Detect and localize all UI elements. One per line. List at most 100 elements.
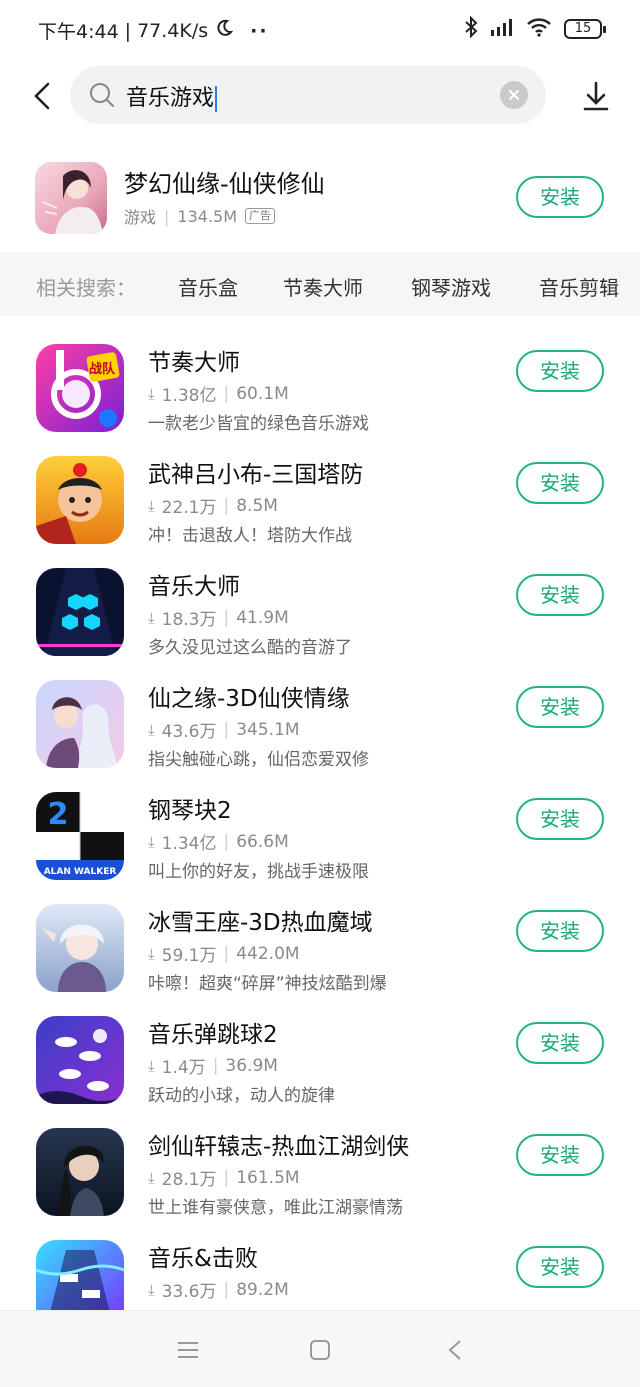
app-downloads: 1.34亿 (161, 834, 217, 854)
clear-icon[interactable] (500, 81, 528, 109)
app-size: 8.5M (236, 495, 278, 516)
status-left: 下午4:44 | 77.4K/s ·· (38, 17, 269, 44)
meta-separator: | (212, 1055, 219, 1076)
meta-separator: | (223, 943, 230, 964)
app-name: 音乐大师 (148, 574, 240, 600)
list-item[interactable]: 冰雪王座-3D热血魔域 ⤓ 59.1万 | 442.0M 咔嚓！超爽“碎屏”神技… (0, 890, 640, 1002)
related-search-item[interactable]: 音乐剪辑 (539, 272, 619, 301)
related-search-item[interactable]: 钢琴游戏 (411, 272, 491, 301)
app-downloads: 18.3万 (161, 610, 217, 630)
install-button[interactable]: 安装 (516, 910, 604, 952)
app-size: 36.9M (225, 1055, 278, 1076)
search-query-wrap: 音乐游戏 (126, 80, 218, 112)
network-speed: 77.4K/s (137, 19, 209, 42)
app-description: 跃动的小球，动人的旋律 (148, 1086, 335, 1106)
back-arrow-icon[interactable] (24, 76, 60, 116)
app-downloads: 28.1万 (161, 1170, 217, 1190)
related-search-item[interactable]: 节奏大师 (283, 272, 363, 301)
list-item[interactable]: 2 ALAN WALKER 钢琴块2 ⤓ 1.34亿 | 66.6M 叫上你的好… (0, 778, 640, 890)
install-button[interactable]: 安装 (516, 574, 604, 616)
app-description: 冲！击退敌人！塔防大作战 (148, 526, 352, 546)
meta-separator: | (223, 831, 230, 852)
app-stats: ⤓ 1.38亿 | 60.1M (148, 381, 289, 407)
meta-separator: | (223, 719, 230, 740)
app-downloads: 33.6万 (161, 1282, 217, 1302)
install-button[interactable]: 安装 (516, 1134, 604, 1176)
search-query: 音乐游戏 (126, 86, 215, 111)
app-icon: 2 ALAN WALKER (36, 792, 124, 880)
app-description: 多久没见过这么酷的音游了 (148, 638, 352, 658)
home-square-icon[interactable] (305, 1335, 335, 1365)
status-bar: 下午4:44 | 77.4K/s ·· 15 (0, 0, 640, 58)
list-item[interactable]: 剑仙轩辕志-热血江湖剑侠 ⤓ 28.1万 | 161.5M 世上谁有豪侠意，唯此… (0, 1114, 640, 1226)
app-downloads: 1.38亿 (161, 386, 217, 406)
app-stats: ⤓ 28.1万 | 161.5M (148, 1165, 300, 1191)
app-icon-number: 2 (48, 797, 69, 832)
app-icon (36, 680, 124, 768)
app-name: 冰雪王座-3D热血魔域 (148, 910, 373, 936)
app-stats: ⤓ 1.4万 | 36.9M (148, 1053, 278, 1079)
battery-indicator: 15 (564, 19, 606, 39)
app-icon (36, 1240, 124, 1310)
list-item[interactable]: 仙之缘-3D仙侠情缘 ⤓ 43.6万 | 345.1M 指尖触碰心跳，仙侣恋爱双… (0, 666, 640, 778)
more-dots-icon: ·· (250, 19, 269, 42)
app-size: 345.1M (236, 719, 300, 740)
download-arrow-icon: ⤓ (148, 1168, 155, 1187)
wifi-icon (526, 17, 552, 41)
list-item[interactable]: 音乐&击败 ⤓ 33.6万 | 89.2M 安装 (0, 1226, 640, 1310)
install-button[interactable]: 安装 (516, 686, 604, 728)
meta-separator: | (223, 607, 230, 628)
app-stats: ⤓ 18.3万 | 41.9M (148, 605, 289, 631)
install-button[interactable]: 安装 (516, 350, 604, 392)
app-name: 剑仙轩辕志-热血江湖剑侠 (148, 1134, 410, 1160)
back-triangle-icon[interactable] (440, 1335, 470, 1365)
list-item[interactable]: 音乐大师 ⤓ 18.3万 | 41.9M 多久没见过这么酷的音游了 安装 (0, 554, 640, 666)
install-button[interactable]: 安装 (516, 462, 604, 504)
install-button[interactable]: 安装 (516, 176, 604, 218)
app-icon-badge: ALAN WALKER (44, 867, 117, 877)
app-stats: ⤓ 59.1万 | 442.0M (148, 941, 300, 967)
meta-separator: | (223, 383, 230, 404)
status-right: 15 (464, 15, 606, 42)
meta-separator: | (223, 495, 230, 516)
download-arrow-icon: ⤓ (148, 944, 155, 963)
app-downloads: 22.1万 (161, 498, 217, 518)
install-button[interactable]: 安装 (516, 1022, 604, 1064)
app-size: 442.0M (236, 943, 300, 964)
app-downloads: 1.4万 (161, 1058, 206, 1078)
app-size: 41.9M (236, 607, 289, 628)
search-input[interactable]: 音乐游戏 (70, 66, 546, 124)
app-downloads: 43.6万 (161, 722, 217, 742)
list-item[interactable]: 武神吕小布-三国塔防 ⤓ 22.1万 | 8.5M 冲！击退敌人！塔防大作战 安… (0, 442, 640, 554)
meta-separator: | (223, 1167, 230, 1188)
download-arrow-icon: ⤓ (148, 496, 155, 515)
menu-icon[interactable] (173, 1335, 203, 1365)
app-name: 音乐&击败 (148, 1246, 258, 1272)
list-item[interactable]: 战队 节奏大师 ⤓ 1.38亿 | 60.1M 一款老少皆宜的绿色音乐游戏 安装 (0, 330, 640, 442)
download-arrow-icon: ⤓ (148, 720, 155, 739)
bluetooth-icon (464, 15, 478, 42)
app-description: 世上谁有豪侠意，唯此江湖豪情荡 (148, 1198, 403, 1218)
text-caret (215, 86, 218, 112)
featured-app-meta: 游戏 | 134.5M 广告 (124, 204, 276, 228)
search-header: 音乐游戏 (0, 60, 640, 132)
download-arrow-icon: ⤓ (148, 832, 155, 851)
app-stats: ⤓ 43.6万 | 345.1M (148, 717, 300, 743)
install-button[interactable]: 安装 (516, 798, 604, 840)
install-button[interactable]: 安装 (516, 1246, 604, 1288)
download-arrow-icon: ⤓ (148, 1280, 155, 1299)
app-description: 指尖触碰心跳，仙侣恋爱双修 (148, 750, 369, 770)
search-icon (88, 81, 116, 113)
meta-separator: | (223, 1279, 230, 1300)
app-icon (36, 1016, 124, 1104)
meta-separator: | (164, 206, 170, 226)
app-icon (36, 904, 124, 992)
app-size: 161.5M (236, 1167, 300, 1188)
download-icon[interactable] (578, 76, 614, 116)
app-description: 一款老少皆宜的绿色音乐游戏 (148, 414, 369, 434)
related-search-item[interactable]: 音乐盒 (178, 272, 238, 301)
app-icon (36, 568, 124, 656)
featured-app[interactable]: 梦幻仙缘-仙侠修仙 游戏 | 134.5M 广告 安装 (0, 150, 640, 250)
list-item[interactable]: 音乐弹跳球2 ⤓ 1.4万 | 36.9M 跃动的小球，动人的旋律 安装 (0, 1002, 640, 1114)
app-name: 钢琴块2 (148, 798, 232, 824)
